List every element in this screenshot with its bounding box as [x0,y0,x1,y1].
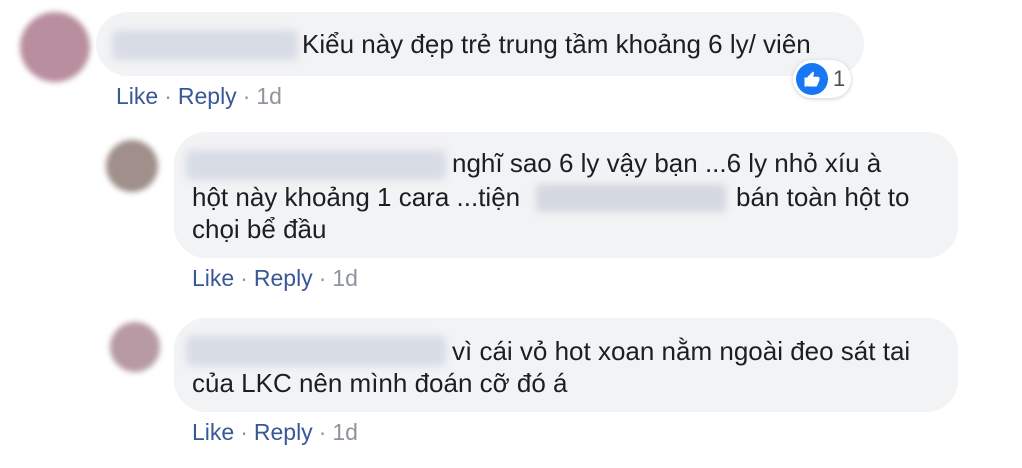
like-button[interactable]: Like [116,83,158,109]
like-button[interactable]: Like [192,419,234,445]
separator: · [240,419,248,445]
comment-text-line-2b: bán toàn hột to [736,182,910,212]
timestamp[interactable]: 1d [256,83,282,109]
comment-text-line-2: của LKC nên mình đoán cỡ đó á [192,368,568,398]
comment-text-line-1: vì cái vỏ hot xoan nằm ngoài đeo sát tai [452,336,911,366]
author-name-redacted[interactable] [186,150,446,180]
reply-button[interactable]: Reply [254,419,313,445]
author-name-redacted[interactable] [112,30,298,60]
separator: · [318,265,327,291]
comment-actions: Like · Reply · 1d [192,264,358,292]
like-button[interactable]: Like [192,265,234,291]
separator: · [318,419,327,445]
timestamp[interactable]: 1d [332,265,358,291]
comment-text-line-2: hột này khoảng 1 cara ...tiện [192,182,521,212]
comment-actions: Like · Reply · 1d [192,418,358,446]
reply-button[interactable]: Reply [178,83,237,109]
reaction-count: 1 [833,66,846,91]
comment-text-line-3: chọi bể đầu [192,214,327,244]
avatar[interactable] [106,140,158,192]
avatar[interactable] [110,322,160,372]
comment-actions: Like · Reply · 1d [116,82,282,110]
comment-text-line-1: nghĩ sao 6 ly vậy bạn ...6 ly nhỏ xíu à [452,148,882,178]
reply-button[interactable]: Reply [254,265,313,291]
separator: · [240,265,248,291]
separator: · [242,83,251,109]
avatar[interactable] [20,12,90,82]
separator: · [164,83,172,109]
author-name-redacted[interactable] [186,336,446,366]
timestamp[interactable]: 1d [332,419,358,445]
comment-text: Kiểu này đẹp trẻ trung tầm khoảng 6 ly/ … [302,29,811,59]
reaction-summary[interactable]: 1 [793,60,851,98]
thumbs-up-icon [796,63,828,95]
mention-redacted[interactable] [536,184,726,212]
